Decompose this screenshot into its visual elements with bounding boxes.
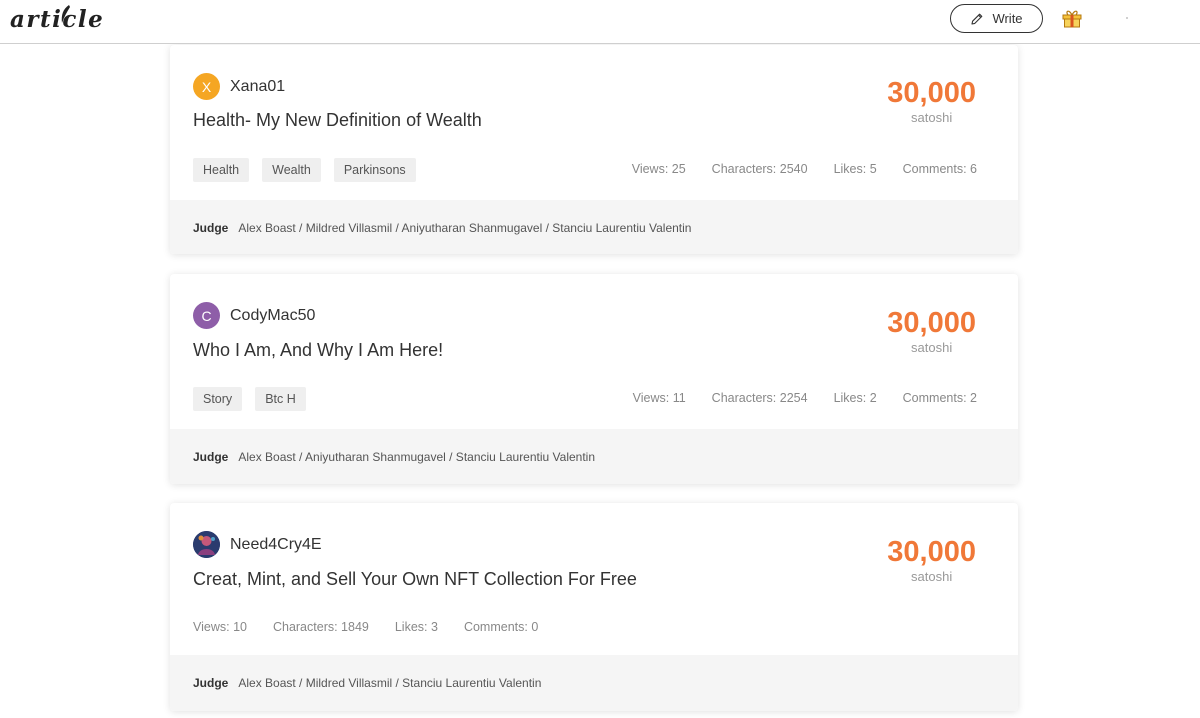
reward: 30,000 satoshi <box>887 536 976 584</box>
article-card[interactable]: Need4Cry4E Creat, Mint, and Sell Your Ow… <box>170 503 1018 711</box>
feather-icon <box>61 5 70 23</box>
site-logo[interactable]: article <box>10 4 104 36</box>
tag-list: Story Btc H <box>193 387 306 411</box>
tag[interactable]: Health <box>193 158 250 182</box>
reward-unit: satoshi <box>911 110 953 125</box>
gift-icon[interactable] <box>1061 8 1083 28</box>
comments-count: Comments: 2 <box>902 391 977 405</box>
characters-count: Characters: 2254 <box>711 391 808 405</box>
characters-count: Characters: 2540 <box>711 162 808 176</box>
judge-label: Judge <box>193 676 229 690</box>
reward-unit: satoshi <box>911 569 953 584</box>
reward-amount: 30,000 <box>887 77 976 109</box>
avatar[interactable] <box>193 531 220 558</box>
author-info[interactable]: Need4Cry4E <box>193 531 322 558</box>
article-stats: Views: 11 Characters: 2254 Likes: 2 Comm… <box>633 391 977 405</box>
reward: 30,000 satoshi <box>887 77 976 125</box>
tag[interactable]: Wealth <box>262 158 321 182</box>
views-count: Views: 25 <box>631 162 686 176</box>
judge-label: Judge <box>193 450 229 464</box>
article-title[interactable]: Health- My New Definition of Wealth <box>193 110 482 131</box>
reward: 30,000 satoshi <box>887 307 976 355</box>
article-card[interactable]: C CodyMac50 Who I Am, And Why I Am Here!… <box>170 274 1018 484</box>
author-info[interactable]: X Xana01 <box>193 73 285 100</box>
comments-count: Comments: 0 <box>463 620 539 634</box>
judge-bar: Judge Alex Boast / Mildred Villasmil / A… <box>170 200 1018 254</box>
judge-bar: Judge Alex Boast / Mildred Villasmil / S… <box>170 655 1018 711</box>
reward-amount: 30,000 <box>887 536 976 568</box>
article-stats: Views: 25 Characters: 2540 Likes: 5 Comm… <box>632 162 977 176</box>
tag[interactable]: Story <box>193 387 243 411</box>
faint-mark <box>1126 17 1128 19</box>
author-info[interactable]: C CodyMac50 <box>193 302 315 329</box>
characters-count: Characters: 1849 <box>272 620 369 634</box>
views-count: Views: 10 <box>193 620 247 634</box>
tag[interactable]: Btc H <box>255 387 306 411</box>
judge-list: Alex Boast / Mildred Villasmil / Aniyuth… <box>238 221 692 235</box>
write-button-label: Write <box>992 11 1023 26</box>
likes-count: Likes: 3 <box>394 620 438 634</box>
likes-count: Likes: 2 <box>833 391 877 405</box>
author-name[interactable]: Xana01 <box>230 78 285 96</box>
reward-unit: satoshi <box>911 340 953 355</box>
article-stats: Views: 10 Characters: 1849 Likes: 3 Comm… <box>193 620 538 634</box>
judge-label: Judge <box>193 221 229 235</box>
article-card[interactable]: X Xana01 Health- My New Definition of We… <box>170 45 1018 254</box>
judge-list: Alex Boast / Mildred Villasmil / Stanciu… <box>238 676 542 690</box>
pencil-icon <box>971 13 983 25</box>
avatar[interactable]: C <box>193 302 220 329</box>
comments-count: Comments: 6 <box>902 162 977 176</box>
views-count: Views: 11 <box>632 391 686 405</box>
likes-count: Likes: 5 <box>833 162 877 176</box>
author-name[interactable]: Need4Cry4E <box>230 536 322 554</box>
write-button[interactable]: Write <box>950 4 1043 33</box>
judge-bar: Judge Alex Boast / Aniyutharan Shanmugav… <box>170 429 1018 484</box>
judge-list: Alex Boast / Aniyutharan Shanmugavel / S… <box>238 450 596 464</box>
tag-list: Health Wealth Parkinsons <box>193 158 416 182</box>
article-title[interactable]: Creat, Mint, and Sell Your Own NFT Colle… <box>193 569 637 590</box>
reward-amount: 30,000 <box>887 307 976 339</box>
tag[interactable]: Parkinsons <box>333 158 416 182</box>
author-name[interactable]: CodyMac50 <box>230 307 315 325</box>
avatar[interactable]: X <box>193 73 220 100</box>
article-title[interactable]: Who I Am, And Why I Am Here! <box>193 340 443 361</box>
top-bar: article Write <box>0 0 1200 44</box>
